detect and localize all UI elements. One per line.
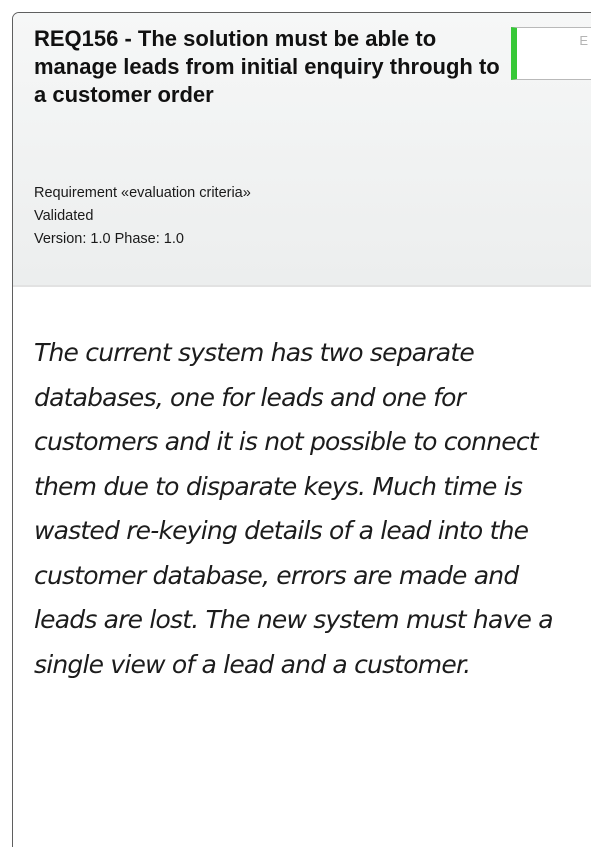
header-divider [13,285,591,287]
requirement-status: Validated [34,208,94,224]
requirement-notes: The current system has two separate data… [34,338,554,679]
requirement-title: REQ156 - The solution must be able to ma… [34,26,500,107]
status-box-label: E [579,33,588,48]
diagram-canvas: REQ156 - The solution must be able to ma… [0,0,591,847]
requirement-header: REQ156 - The solution must be able to ma… [13,13,591,286]
requirement-stereotype: Requirement «evaluation criteria» [34,185,251,201]
status-indicator-box: E [511,27,591,80]
requirement-element[interactable]: REQ156 - The solution must be able to ma… [12,12,591,847]
requirement-version: Version: 1.0 Phase: 1.0 [34,231,184,247]
